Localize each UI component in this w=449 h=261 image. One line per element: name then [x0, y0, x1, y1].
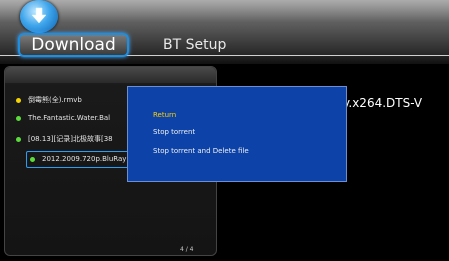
list-item-label: 倒霉熊(全).rmvb [28, 96, 82, 104]
menu-item-return[interactable]: Return [153, 111, 176, 119]
tab-download[interactable]: Download [18, 33, 129, 57]
status-dot-icon [16, 97, 21, 103]
menu-item-stop-delete[interactable]: Stop torrent and Delete file [153, 147, 249, 155]
status-dot-icon [16, 115, 21, 121]
list-item[interactable]: 倒霉熊(全).rmvb [16, 95, 136, 105]
page-indicator: 4 / 4 [180, 246, 194, 253]
list-item-label: [08.13][记录]北极故事[38 [28, 135, 113, 143]
list-item[interactable]: The.Fantastic.Water.Bal [16, 114, 136, 122]
list-item-label: 2012.2009.720p.BluRay [42, 155, 127, 163]
menu-item-stop-torrent[interactable]: Stop torrent [153, 128, 195, 136]
list-item-selected[interactable]: 2012.2009.720p.BluRay [26, 151, 136, 168]
list-item[interactable]: [08.13][记录]北极故事[38 [16, 134, 136, 144]
torrent-title-detail: y.x264.DTS-V [343, 96, 423, 110]
status-dot-icon [16, 136, 21, 142]
context-menu-popup: Return Stop torrent Stop torrent and Del… [127, 86, 347, 182]
download-arrow-icon [20, 0, 58, 33]
list-item-label: The.Fantastic.Water.Bal [28, 114, 111, 122]
tab-bt-setup[interactable]: BT Setup [163, 37, 226, 53]
status-dot-icon [30, 156, 35, 162]
panel-header [5, 67, 216, 83]
header-shine [0, 0, 449, 22]
